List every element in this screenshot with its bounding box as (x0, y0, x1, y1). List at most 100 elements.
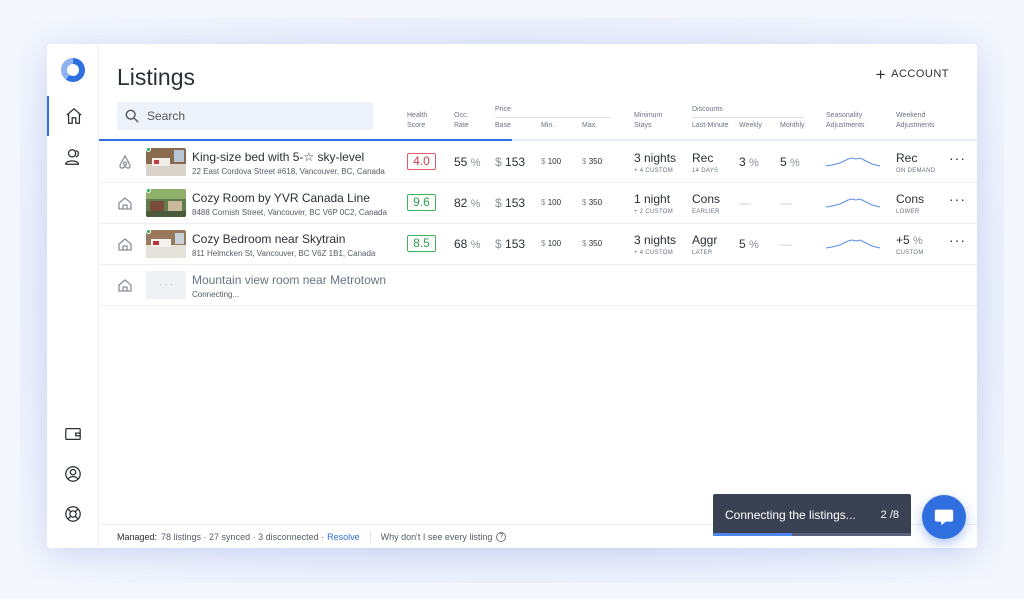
last-minute-detail: LATER (692, 250, 713, 256)
seasonality-sparkline[interactable] (825, 237, 881, 251)
online-status-dot (146, 229, 151, 234)
base-price[interactable]: $ 153 (495, 237, 525, 251)
monthly-discount[interactable]: 5 % (780, 155, 800, 169)
weekend-adjustment-detail: CUSTOM (896, 250, 924, 256)
listing-name: Mountain view room near Metrotown (192, 273, 387, 287)
header-seasonality-line2: Adjustments (826, 122, 865, 129)
max-value: 350 (588, 198, 603, 207)
more-options-icon[interactable]: ··· (949, 232, 966, 248)
header-monthly[interactable]: Monthly (780, 121, 805, 131)
currency-symbol: $ (541, 157, 546, 166)
weekend-adjustment-detail: LOWER (896, 209, 920, 215)
currency-symbol: $ (541, 239, 546, 248)
weekend-adjustment[interactable]: +5 % (896, 233, 923, 247)
listing-status: Connecting... (192, 290, 240, 299)
minimum-stay[interactable]: 1 night (634, 192, 670, 206)
table-row[interactable]: King-size bed with 5-☆ sky-level 22 East… (99, 142, 977, 183)
weekend-adjustment[interactable]: Rec (896, 151, 917, 165)
monthly-value: 5 (780, 155, 787, 169)
occ-value: 68 (454, 237, 468, 251)
header-weekly[interactable]: Weekly (739, 121, 762, 131)
why-listings-link[interactable]: Why don't I see every listing (381, 532, 493, 542)
header-health-line1: Health (407, 112, 428, 119)
currency-symbol: $ (495, 196, 502, 210)
minimum-stay[interactable]: 3 nights (634, 151, 676, 165)
occ-unit: % (470, 198, 481, 210)
toast-message: Connecting the listings... (725, 508, 856, 522)
last-minute-discount[interactable]: Rec (692, 151, 713, 165)
occ-value: 55 (454, 155, 468, 169)
more-options-icon[interactable]: ··· (949, 191, 966, 207)
minimum-stay[interactable]: 3 nights (634, 233, 676, 247)
header-weekend[interactable]: Weekend Adjustments (896, 111, 935, 131)
header-seasonality[interactable]: Seasonality Adjustments (826, 111, 865, 131)
currency-symbol: $ (582, 239, 587, 248)
base-price[interactable]: $ 153 (495, 196, 525, 210)
last-minute-discount[interactable]: Cons (692, 192, 720, 206)
add-account-button[interactable]: + ACCOUNT (876, 66, 949, 83)
max-price[interactable]: $ 350 (582, 198, 602, 207)
weekly-discount[interactable]: — (739, 196, 751, 210)
search-icon (125, 109, 139, 123)
listing-name[interactable]: King-size bed with 5-☆ sky-level (192, 150, 364, 164)
header-health-score[interactable]: Health Score (407, 111, 427, 131)
health-score-badge: 4.0 (407, 153, 436, 170)
listing-name[interactable]: Cozy Room by YVR Canada Line (192, 191, 370, 205)
header-seasonality-line1: Seasonality (826, 112, 863, 119)
listing-address: 8488 Cornish Street, Vancouver, BC V6P 0… (192, 208, 387, 217)
table-row[interactable]: Cozy Bedroom near Skytrain 811 Helmcken … (99, 224, 977, 265)
weekend-unit: % (913, 235, 923, 247)
home-icon (66, 107, 82, 124)
header-max[interactable]: Max. (582, 121, 597, 131)
nav-wallet[interactable] (47, 414, 99, 454)
nav-profile[interactable] (47, 454, 99, 494)
health-score-badge: 9.6 (407, 194, 436, 211)
chat-button[interactable] (922, 495, 966, 539)
min-value: 100 (547, 198, 562, 207)
monthly-discount[interactable]: — (780, 237, 792, 251)
header-minimum-stays[interactable]: Minimum Stays (634, 111, 662, 131)
weekly-discount[interactable]: 3 % (739, 155, 759, 169)
last-minute-discount[interactable]: Aggr (692, 233, 717, 247)
listing-name[interactable]: Cozy Bedroom near Skytrain (192, 232, 345, 246)
max-value: 350 (588, 239, 603, 248)
airbnb-icon (117, 154, 133, 170)
max-price[interactable]: $ 350 (582, 239, 602, 248)
max-price[interactable]: $ 350 (582, 157, 602, 166)
header-base[interactable]: Base (495, 121, 511, 131)
min-price[interactable]: $ 100 (541, 157, 561, 166)
chat-bubble-icon (934, 509, 954, 526)
header-weekend-line1: Weekend (896, 112, 926, 119)
logo-icon[interactable] (61, 58, 85, 82)
resolve-link[interactable]: Resolve (327, 532, 360, 542)
thumbnail-placeholder: · · · (146, 271, 186, 299)
header-occ-rate[interactable]: Occ. Rate (454, 111, 469, 131)
nav-help[interactable] (47, 494, 99, 534)
nav-users[interactable] (47, 137, 99, 177)
header-min[interactable]: Min. (541, 121, 554, 131)
page-title: Listings (117, 64, 195, 90)
sidebar (47, 44, 99, 548)
more-options-icon[interactable]: ··· (949, 150, 966, 166)
min-value: 100 (547, 239, 562, 248)
weekly-value: 3 (739, 155, 746, 169)
header-discounts: Discounts (692, 106, 723, 113)
currency-symbol: $ (582, 198, 587, 207)
seasonality-sparkline[interactable] (825, 196, 881, 210)
nav-home[interactable] (47, 96, 99, 136)
weekly-discount[interactable]: 5 % (739, 237, 759, 251)
base-price[interactable]: $ 153 (495, 155, 525, 169)
seasonality-sparkline[interactable] (825, 155, 881, 169)
min-price[interactable]: $ 100 (541, 198, 561, 207)
table-row[interactable]: Cozy Room by YVR Canada Line 8488 Cornis… (99, 183, 977, 224)
toast-progress-bar (713, 533, 911, 536)
monthly-discount[interactable]: — (780, 196, 792, 210)
help-icon[interactable]: ? (496, 531, 507, 542)
weekend-adjustment[interactable]: Cons (896, 192, 924, 206)
occupancy-rate: 68 % (454, 237, 480, 251)
header-health-line2: Score (407, 122, 426, 129)
min-price[interactable]: $ 100 (541, 239, 561, 248)
header-last-minute[interactable]: Last-Minute (692, 121, 729, 131)
search-input[interactable] (147, 109, 347, 123)
minimum-stay-custom: + 2 CUSTOM (634, 209, 674, 215)
